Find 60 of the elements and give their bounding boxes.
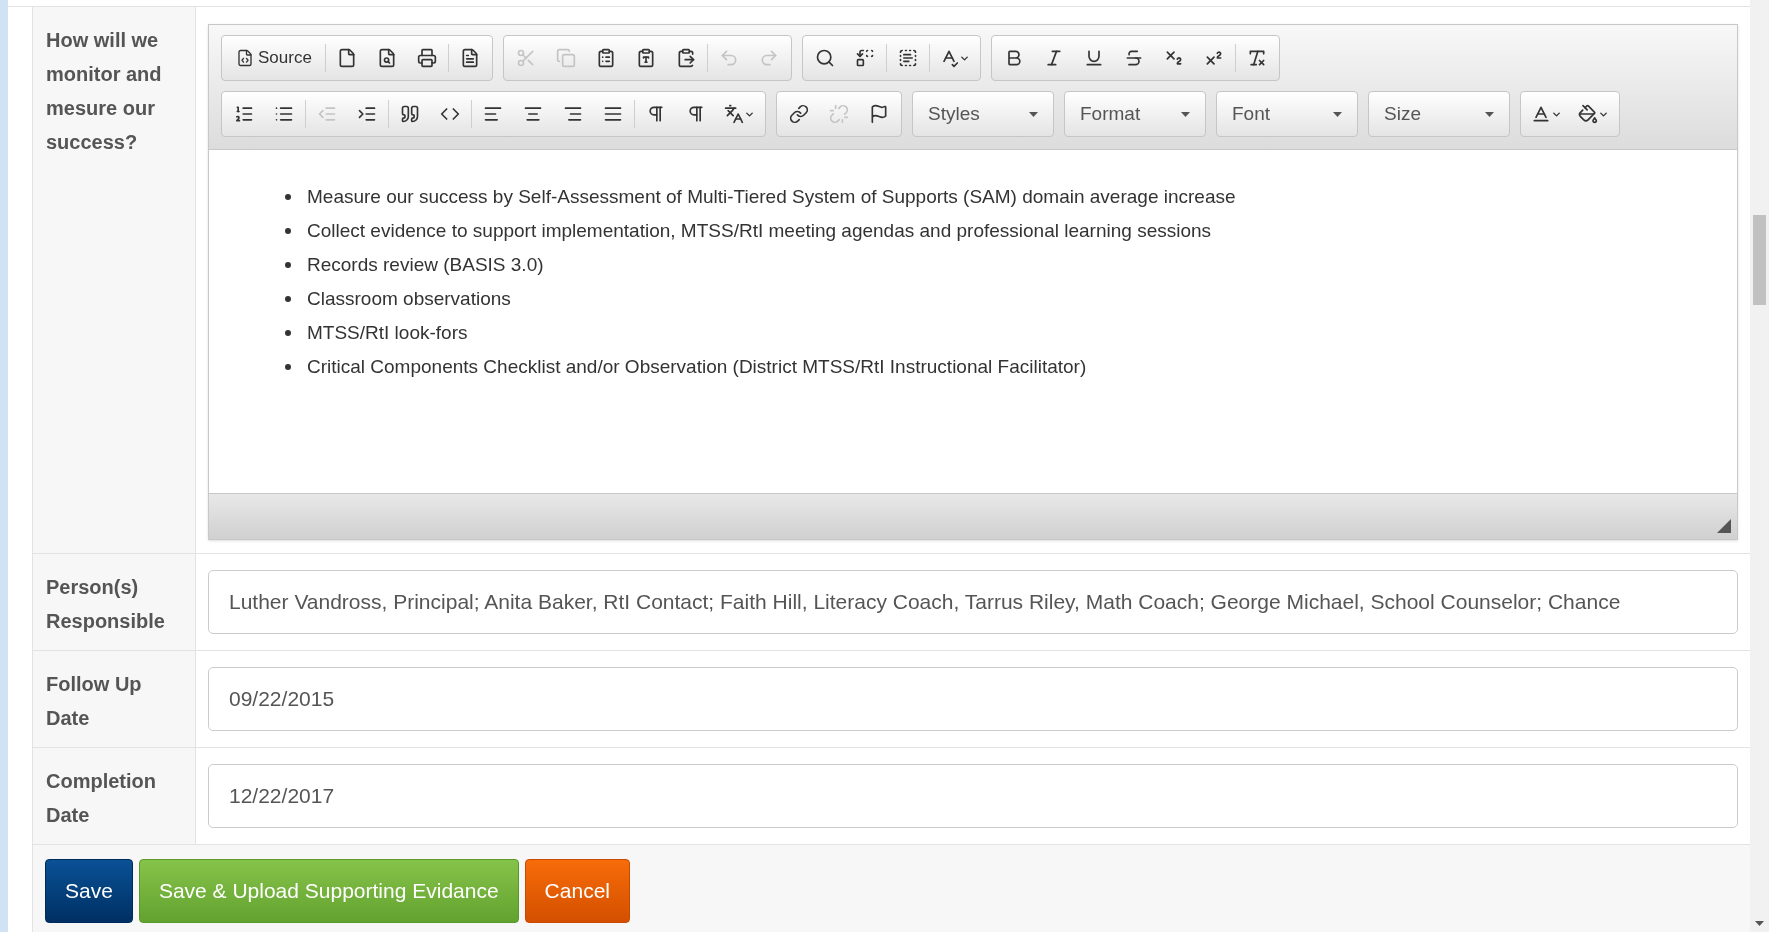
resize-handle-icon[interactable] bbox=[1717, 519, 1731, 533]
caret-icon bbox=[1029, 111, 1038, 117]
align-center-icon bbox=[523, 104, 543, 124]
bullet-item: Classroom observations bbox=[307, 287, 511, 311]
toolbar-dropdown[interactable]: Format bbox=[1064, 91, 1206, 137]
field-label: How will we monitor and mesure our success? bbox=[46, 28, 163, 155]
text-color-icon bbox=[1531, 104, 1551, 124]
scroll-down-arrow-icon[interactable] bbox=[1755, 921, 1764, 926]
text-field[interactable]: Luther Vandross, Principal; Anita Baker, RtI Contact; Faith Hill, Literacy Coach, Tarrus Riley, Math Coach; George Michael, School Counselor; Chance bbox=[208, 570, 1738, 634]
pilcrow-icon bbox=[646, 104, 666, 124]
indent-icon bbox=[357, 104, 377, 124]
caret-icon bbox=[1333, 111, 1342, 117]
text-field[interactable]: 09/22/2015 bbox=[208, 667, 1738, 731]
bullet-item: Critical Components Checklist and/or Observation (District MTSS/RtI Instructional Facilitator) bbox=[307, 355, 1087, 379]
toolbar-dropdown[interactable]: Styles bbox=[912, 91, 1054, 137]
language-icon bbox=[724, 104, 744, 124]
text-field[interactable]: 12/22/2017 bbox=[208, 764, 1738, 828]
toolbar-dropdown[interactable]: Font bbox=[1216, 91, 1358, 137]
bullet-icon bbox=[285, 330, 291, 336]
bullet-item: Measure our success by Self-Assessment of Multi-Tiered System of Supports (SAM) domain average increase bbox=[307, 185, 1236, 209]
source-button[interactable]: Source bbox=[228, 43, 320, 73]
bulleted-list-icon bbox=[274, 104, 294, 124]
toolbar-dropdown[interactable]: Size bbox=[1368, 91, 1510, 137]
select-all-icon bbox=[897, 48, 918, 68]
caret-icon bbox=[1485, 111, 1494, 117]
bullet-item: Records review (BASIS 3.0) bbox=[307, 253, 544, 277]
fill-color-icon bbox=[1578, 104, 1598, 124]
bullet-icon bbox=[285, 194, 291, 200]
cancel-button[interactable]: Cancel bbox=[524, 859, 630, 923]
field-label: Completion Date bbox=[46, 769, 157, 828]
bullet-icon bbox=[285, 262, 291, 268]
undo-icon bbox=[718, 48, 739, 68]
bullet-icon bbox=[285, 364, 291, 370]
copy-icon bbox=[555, 48, 576, 68]
bullet-item: MTSS/RtI look-fors bbox=[307, 321, 468, 345]
outdent-icon bbox=[317, 104, 337, 124]
align-justify-icon bbox=[603, 104, 623, 124]
cut-icon bbox=[515, 48, 536, 68]
unlink-icon bbox=[829, 104, 849, 124]
caret-icon bbox=[1181, 111, 1190, 117]
numbered-list-icon bbox=[234, 104, 254, 124]
flag-icon bbox=[869, 104, 889, 124]
scrollbar[interactable] bbox=[1750, 0, 1769, 932]
editor-content-area[interactable] bbox=[209, 150, 1737, 493]
link-icon bbox=[789, 104, 809, 124]
quote-icon bbox=[400, 104, 420, 124]
source-icon bbox=[236, 49, 254, 67]
pilcrow-icon bbox=[686, 104, 706, 124]
print-icon bbox=[416, 48, 437, 68]
bullet-icon bbox=[285, 228, 291, 234]
search-icon bbox=[814, 48, 835, 68]
field-label: Follow Up Date bbox=[46, 672, 143, 731]
align-right-icon bbox=[563, 104, 583, 124]
bullet-icon bbox=[285, 296, 291, 302]
replace-icon bbox=[854, 48, 875, 68]
field-label: Person(s) Responsible bbox=[46, 575, 166, 634]
align-left-icon bbox=[483, 104, 503, 124]
save-button[interactable]: Save bbox=[45, 859, 133, 923]
scrollbar-thumb[interactable] bbox=[1753, 215, 1766, 305]
bullet-item: Collect evidence to support implementation, MTSS/RtI meeting agendas and professional learning sessions bbox=[307, 219, 1212, 243]
